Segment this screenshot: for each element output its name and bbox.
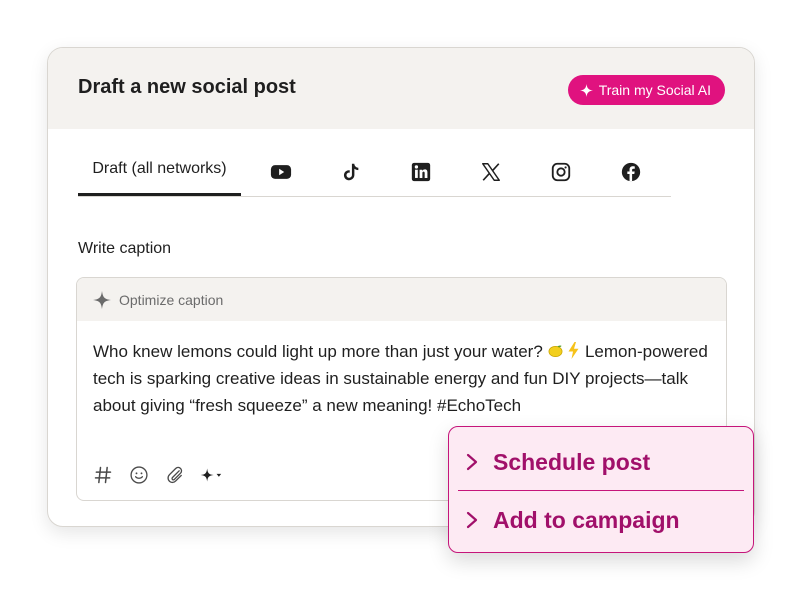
train-social-ai-button[interactable]: Train my Social AI [567,75,725,105]
card-header: Draft a new social post Train my Social … [48,48,754,129]
schedule-post-option[interactable]: Schedule post [449,434,753,490]
ai-assist-dropdown[interactable] [200,464,222,486]
add-to-campaign-label: Add to campaign [493,506,680,533]
tiktok-icon[interactable] [339,160,363,184]
sparkle-icon [200,468,214,482]
lightning-emoji-icon [568,342,579,359]
editor-toolbar [92,462,222,488]
facebook-icon[interactable] [619,160,643,184]
tab-draft-all-networks[interactable]: Draft (all networks) [78,149,241,196]
optimize-caption-bar[interactable]: Optimize caption [77,278,726,321]
sparkle-icon [92,290,112,309]
page-title: Draft a new social post [78,76,296,98]
network-tabs: Draft (all networks) [78,149,671,197]
post-actions-popup: Schedule post Add to campaign [448,426,754,553]
chevron-right-icon [466,453,478,471]
attachment-icon[interactable] [164,464,186,486]
sparkle-icon [579,83,593,97]
youtube-icon[interactable] [269,160,293,184]
lemon-emoji-icon [548,345,562,357]
write-caption-label: Write caption [78,240,172,257]
add-to-campaign-option[interactable]: Add to campaign [449,492,753,548]
emoji-icon[interactable] [128,464,150,486]
instagram-icon[interactable] [549,160,573,184]
caption-text-part1: Who knew lemons could light up more than… [93,342,548,361]
popup-divider [458,490,744,491]
x-icon[interactable] [479,160,503,184]
hashtag-icon[interactable] [92,464,114,486]
caret-down-icon [216,473,222,477]
linkedin-icon[interactable] [409,160,433,184]
chevron-right-icon [466,511,478,529]
train-button-label: Train my Social AI [598,82,711,98]
schedule-post-label: Schedule post [493,448,651,475]
optimize-caption-label: Optimize caption [119,291,224,308]
caption-text[interactable]: Who knew lemons could light up more than… [93,338,713,419]
